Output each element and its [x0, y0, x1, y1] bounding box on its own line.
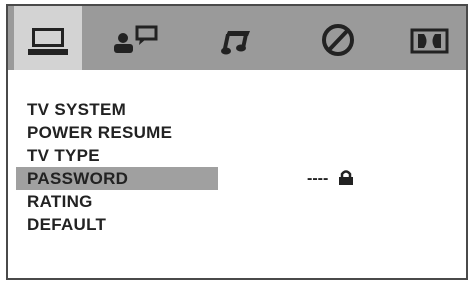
setup-menu-window: TV SYSTEM POWER RESUME TV TYPE PASSWORD … [6, 4, 468, 280]
password-dashes: ---- [307, 170, 329, 187]
tab-general-setup[interactable] [14, 6, 82, 70]
tab-preference-setup[interactable] [304, 6, 372, 70]
music-note-icon [221, 31, 250, 55]
person-speech-icon [114, 25, 158, 53]
menu-item-default[interactable]: DEFAULT [16, 213, 218, 236]
password-value: ---- [307, 167, 355, 190]
tab-bar [8, 6, 466, 70]
menu-item-power-resume[interactable]: POWER RESUME [16, 121, 218, 144]
slash-circle-icon [322, 24, 354, 56]
tv-monitor-icon [28, 28, 68, 55]
menu-item-rating[interactable]: RATING [16, 190, 218, 213]
lock-icon [338, 170, 353, 185]
menu-item-tv-system[interactable]: TV SYSTEM [16, 98, 218, 121]
menu-item-password[interactable]: PASSWORD [16, 167, 218, 190]
dolby-icon [410, 28, 449, 54]
menu-item-tv-type[interactable]: TV TYPE [16, 144, 218, 167]
tab-music-setup[interactable] [206, 6, 274, 70]
setup-menu-list: TV SYSTEM POWER RESUME TV TYPE PASSWORD … [16, 98, 218, 236]
tab-audio-setup[interactable] [108, 6, 176, 70]
tab-dolby-setup[interactable] [402, 6, 466, 70]
